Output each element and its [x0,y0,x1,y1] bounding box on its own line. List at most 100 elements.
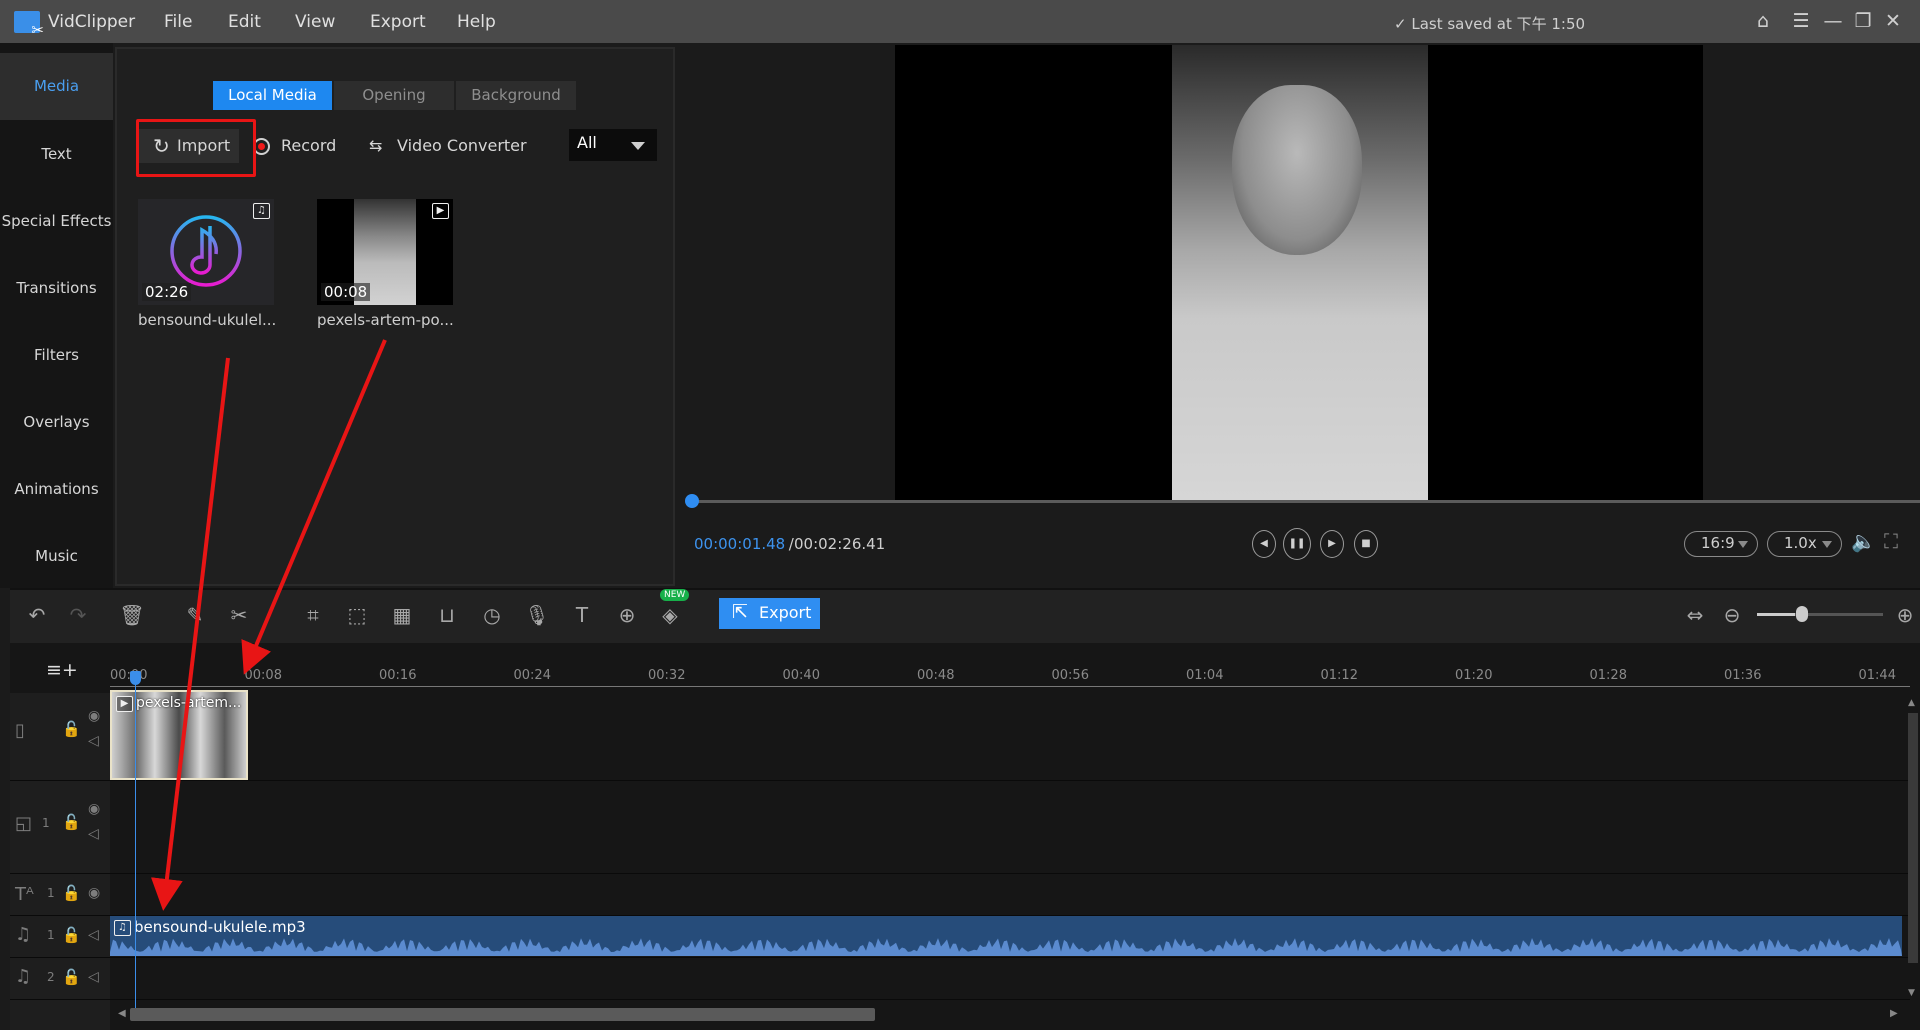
scroll-right-arrow[interactable]: ▶ [1890,1008,1898,1019]
seek-handle[interactable] [685,494,699,508]
seek-bar[interactable] [691,500,1920,503]
close-icon[interactable]: ✕ [1880,8,1906,34]
speed-clock-icon[interactable]: ◷ [477,600,507,630]
video-converter-button[interactable]: ⇆ Video Converter [369,129,527,163]
resize-icon[interactable]: ⬚ [342,600,372,630]
maximize-icon[interactable]: ❐ [1850,8,1876,34]
ruler-tick-label: 00:32 [648,668,686,683]
vertical-scrollbar[interactable] [1908,713,1918,963]
nav-special-effects[interactable]: Special Effects [0,188,113,255]
mosaic-icon[interactable]: ▦ [387,600,417,630]
audio-type-badge: ♫ [253,203,270,219]
track-number: 2 [47,970,55,984]
speed-select[interactable]: 1.0x [1767,531,1842,557]
scroll-left-arrow[interactable]: ◀ [118,1008,126,1019]
speaker-icon[interactable]: ◁ [88,969,99,985]
timeline-toolbar: ↶ ↷ 🗑 ✎ ✂ ⌗ ⬚ ▦ ⊔ ◷ 🎙 T ⊕ ◈ NEW Export ⇔… [10,588,1920,643]
speaker-icon[interactable]: ◁ [88,927,99,943]
left-nav: Media Text Special Effects Transitions F… [0,43,113,588]
time-ruler[interactable]: 00:00 00:08 00:16 00:24 00:32 00:40 00:48 00:56… [110,643,1920,688]
media-duration: 02:26 [142,283,192,301]
hamburger-menu-icon[interactable]: ☰ [1788,8,1814,34]
tab-background[interactable]: Background [456,81,576,110]
nav-text[interactable]: Text [0,121,113,188]
media-item-audio[interactable]: ♫ 02:26 [138,199,274,305]
horizontal-scrollbar[interactable] [130,1008,875,1021]
speaker-icon[interactable]: ◁ [88,733,99,749]
import-label: Import [177,136,231,155]
nav-transitions[interactable]: Transitions [0,255,113,322]
import-icon: ↻ [153,134,170,158]
lock-icon[interactable]: 🔓 [62,720,81,738]
new-badge: NEW [660,589,690,601]
minimize-icon[interactable]: — [1820,8,1846,34]
menu-help[interactable]: Help [457,12,496,32]
current-time: 00:00:01.48 [694,535,786,553]
redo-icon[interactable]: ↷ [63,600,93,630]
media-filter-dropdown[interactable]: All [569,129,657,161]
nav-animations[interactable]: Animations [0,456,113,523]
crop-icon[interactable]: ⌗ [298,600,328,630]
record-button[interactable]: Record [253,129,336,163]
nav-filters[interactable]: Filters [0,322,113,389]
lock-icon[interactable]: 🔓 [62,884,81,902]
edit-icon[interactable]: ✎ [180,600,210,630]
stop-button[interactable]: ■ [1354,530,1378,558]
undo-icon[interactable]: ↶ [22,600,52,630]
eye-icon[interactable]: ◉ [88,801,100,817]
import-button[interactable]: ↻ Import [139,129,239,163]
media-item-video[interactable]: ▶ 00:08 [317,199,453,305]
next-frame-button[interactable]: ▶ [1320,530,1344,558]
home-icon[interactable]: ⌂ [1750,8,1776,34]
eye-icon[interactable]: ◉ [88,708,100,724]
zoom-out-icon[interactable]: ⊖ [1717,600,1747,630]
menu-export[interactable]: Export [370,12,426,32]
add-track-icon[interactable]: ≡+ [46,659,78,681]
lock-icon[interactable]: 🔓 [62,926,81,944]
nav-overlays[interactable]: Overlays [0,389,113,456]
menu-file[interactable]: File [164,12,192,32]
video-type-badge: ▶ [432,203,449,219]
timeline: ≡+ 00:00 00:08 00:16 00:24 00:32 00:40 00:48 00… [10,643,1920,1030]
microphone-icon[interactable]: 🎙 [522,600,552,630]
playhead[interactable] [135,673,136,1018]
fullscreen-icon[interactable]: ⛶ [1884,529,1898,553]
app-name: VidClipper [48,12,136,32]
timeline-zoom-slider[interactable] [1757,613,1883,616]
waveform-path [110,938,1902,956]
eye-icon[interactable]: ◉ [88,885,100,901]
track-music-2: ♫ 2 🔓 ◁ [10,958,1910,1000]
zoom-in-icon[interactable]: ⊕ [1890,600,1920,630]
delete-icon[interactable]: 🗑 [117,600,147,630]
audio-clip[interactable]: ♫ bensound-ukulele.mp3 [110,916,1902,956]
scroll-up-arrow[interactable]: ▲ [1908,698,1915,708]
cut-icon[interactable]: ✂ [224,600,254,630]
export-button[interactable]: Export [719,598,820,629]
zoom-slider-handle[interactable] [1796,606,1808,622]
nav-music[interactable]: Music [0,523,113,590]
nav-media[interactable]: Media [0,53,113,120]
video-clip[interactable]: ▶ pexels-artem... [110,690,248,780]
lock-icon[interactable]: 🔓 [62,968,81,986]
freeze-frame-icon[interactable]: ⊔ [432,600,462,630]
scroll-down-arrow[interactable]: ▼ [1908,988,1915,998]
menu-edit[interactable]: Edit [228,12,261,32]
prev-frame-button[interactable]: ◀ [1252,530,1276,558]
preview-frame [1172,45,1428,501]
aspect-ratio-select[interactable]: 16:9 [1684,531,1758,557]
tab-local-media[interactable]: Local Media [213,81,332,110]
pause-button[interactable]: ❚❚ [1283,528,1311,560]
menu-view[interactable]: View [295,12,335,32]
audio-clip-icon: ♫ [114,920,131,936]
speech-to-text-icon[interactable]: ⊕ [612,600,642,630]
sticker-icon[interactable]: ◈ [655,600,685,630]
media-item-name: pexels-artem-po... [317,311,454,329]
speaker-icon[interactable]: ◁ [88,826,99,842]
volume-icon[interactable]: 🔈 [1851,529,1876,553]
text-to-speech-icon[interactable]: T [567,600,597,630]
tab-opening[interactable]: Opening [334,81,454,110]
fit-timeline-icon[interactable]: ⇔ [1680,600,1710,630]
track-video: ▯ 🔓 ◉ ◁ [10,688,1910,781]
lock-icon[interactable]: 🔓 [62,813,81,831]
track-number: 1 [47,886,55,900]
